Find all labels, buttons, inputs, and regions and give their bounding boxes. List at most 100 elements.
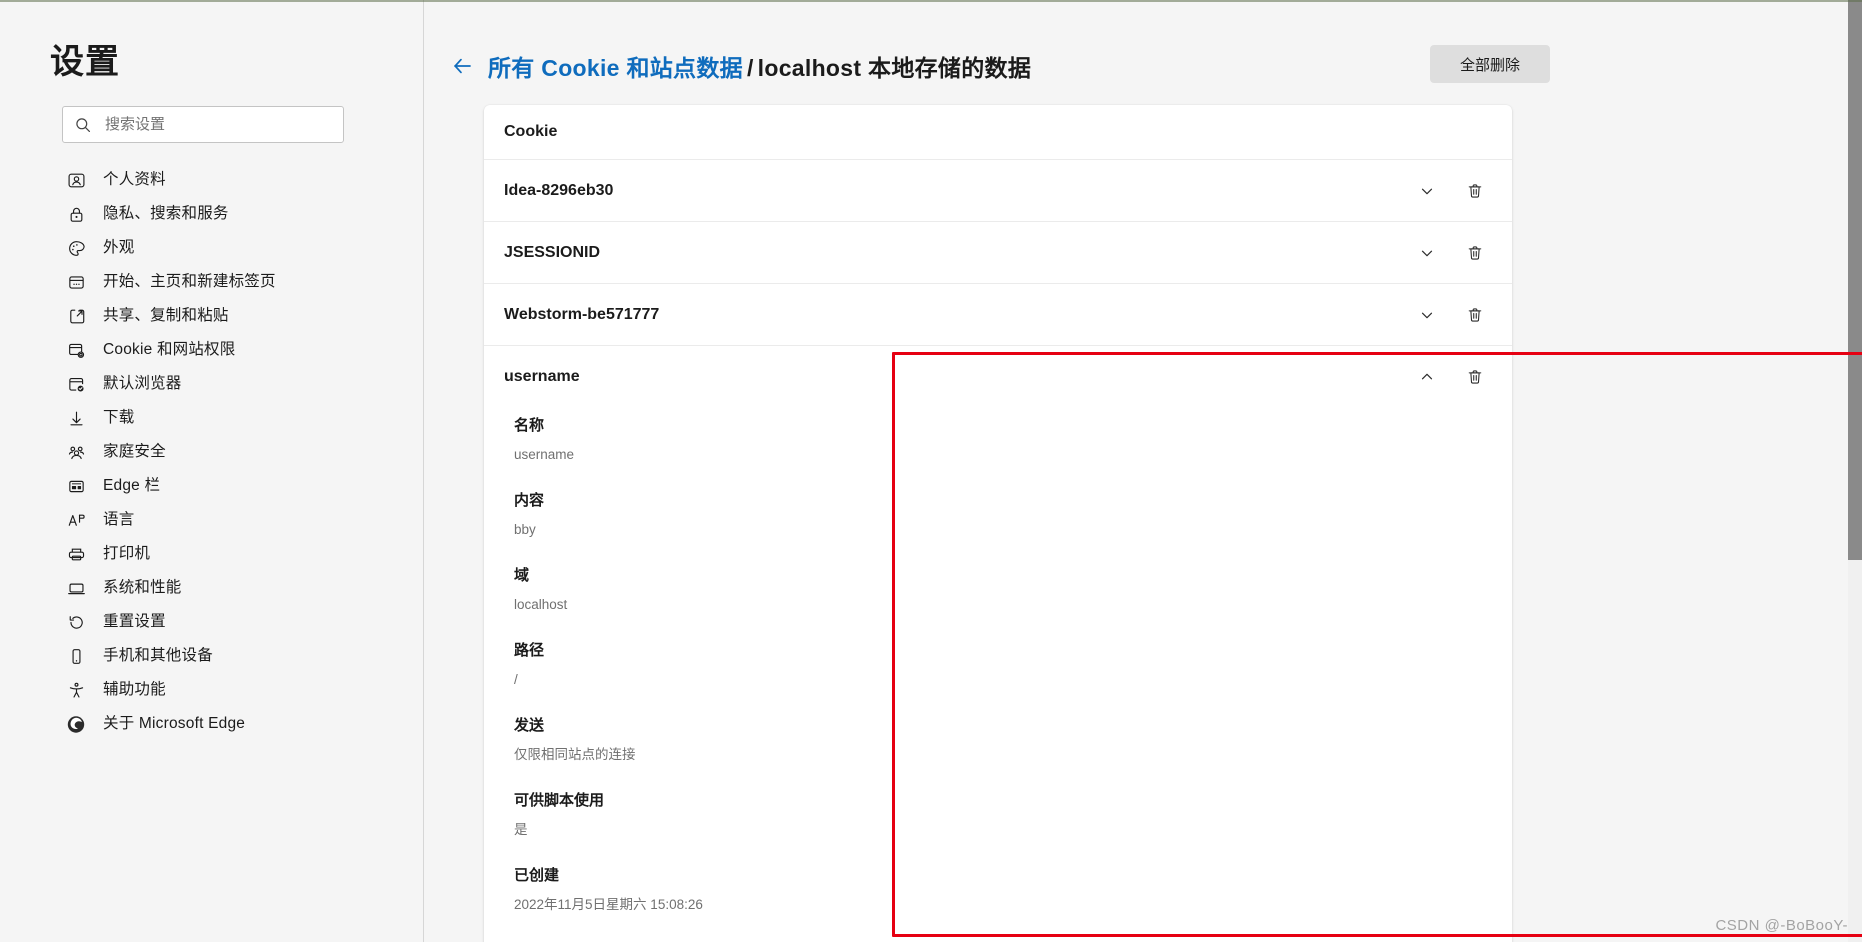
sidebar-item-languages[interactable]: 语言 (0, 503, 423, 537)
sidebar-item-about-edge[interactable]: 关于 Microsoft Edge (0, 707, 423, 741)
sidebar-item-label: 外观 (103, 239, 135, 256)
breadcrumb-separator: / (746, 55, 754, 81)
sidebar-item-label: 开始、主页和新建标签页 (103, 273, 276, 290)
cookie-permissions-icon (66, 340, 86, 360)
download-icon (66, 408, 86, 428)
trash-icon[interactable] (1458, 174, 1492, 208)
detail-value: / (514, 672, 518, 687)
printer-icon (66, 544, 86, 564)
breadcrumb-current: localhost 本地存储的数据 (757, 55, 1032, 81)
sidebar-item-label: 隐私、搜索和服务 (103, 205, 229, 222)
chevron-up-icon[interactable] (1410, 360, 1444, 394)
detail-value: 仅限相同站点的连接 (514, 747, 636, 762)
table-row[interactable]: Webstorm-be571777 (484, 284, 1512, 346)
table-row[interactable]: username (484, 346, 1512, 408)
expanded-cookie-block: username 名称 username 内容 bby 域 localhost … (484, 346, 1512, 942)
trash-icon[interactable] (1458, 298, 1492, 332)
detail-field-path: 路径 / (514, 639, 1512, 692)
sidebar-item-reset-settings[interactable]: 重置设置 (0, 605, 423, 639)
sidebar-item-edge-bar[interactable]: Edge 栏 (0, 469, 423, 503)
trash-icon[interactable] (1458, 236, 1492, 270)
main-content: 所有 Cookie 和站点数据 / localhost 本地存储的数据 全部删除 C… (424, 0, 1862, 942)
system-icon (66, 578, 86, 598)
lock-icon (66, 204, 86, 224)
language-icon (66, 510, 86, 530)
sidebar-item-privacy[interactable]: 隐私、搜索和服务 (0, 197, 423, 231)
sidebar-item-label: 语言 (103, 511, 135, 528)
detail-value: localhost (514, 597, 568, 612)
page-header: 所有 Cookie 和站点数据 / localhost 本地存储的数据 (424, 0, 1862, 94)
breadcrumb: 所有 Cookie 和站点数据 / localhost 本地存储的数据 (488, 49, 1031, 83)
family-icon (66, 442, 86, 462)
detail-value: bby (514, 522, 536, 537)
sidebar-item-label: Cookie 和网站权限 (103, 341, 236, 358)
sidebar-item-share-copy-paste[interactable]: 共享、复制和粘贴 (0, 299, 423, 333)
breadcrumb-link-all-cookies[interactable]: 所有 Cookie 和站点数据 (488, 55, 743, 81)
cookie-detail-list: 名称 username 内容 bby 域 localhost 路径 / 发送 仅… (484, 408, 1512, 942)
detail-label: 域 (514, 567, 530, 584)
sidebar-item-printers[interactable]: 打印机 (0, 537, 423, 571)
sidebar-item-family-safety[interactable]: 家庭安全 (0, 435, 423, 469)
detail-label: 已创建 (514, 867, 560, 884)
edge-bar-icon (66, 476, 86, 496)
page-title: 设置 (50, 43, 120, 81)
watermark: CSDN @-BoBooY- (1715, 917, 1848, 934)
cookie-card: Cookie Idea-8296eb30 JSESSIONID Webstorm… (484, 105, 1512, 942)
detail-field-domain: 域 localhost (514, 564, 1512, 617)
chevron-down-icon[interactable] (1410, 174, 1444, 208)
sidebar-item-label: 默认浏览器 (103, 375, 182, 392)
detail-value: username (514, 447, 575, 462)
chevron-down-icon[interactable] (1410, 236, 1444, 270)
cookie-name: Webstorm-be571777 (504, 305, 660, 323)
settings-app: 设置 个人资料 (0, 0, 1862, 942)
card-section-title: Cookie (484, 105, 1512, 160)
window-icon (66, 272, 86, 292)
sidebar-item-label: 关于 Microsoft Edge (103, 715, 246, 732)
profile-icon (66, 170, 86, 190)
detail-label: 发送 (514, 717, 545, 734)
detail-field-send: 发送 仅限相同站点的连接 (514, 714, 1512, 767)
delete-all-button[interactable]: 全部删除 (1430, 45, 1550, 83)
palette-icon (66, 238, 86, 258)
phone-icon (66, 646, 86, 666)
accessibility-icon (66, 680, 86, 700)
detail-value: 是 (514, 822, 528, 837)
detail-label: 可供脚本使用 (514, 792, 605, 809)
reset-icon (66, 612, 86, 632)
sidebar-item-phone-other-devices[interactable]: 手机和其他设备 (0, 639, 423, 673)
cookie-name: JSESSIONID (504, 243, 601, 261)
sidebar-item-accessibility[interactable]: 辅助功能 (0, 673, 423, 707)
sidebar-item-appearance[interactable]: 外观 (0, 231, 423, 265)
trash-icon[interactable] (1458, 360, 1492, 394)
settings-sidebar: 设置 个人资料 (0, 0, 424, 942)
back-arrow-icon[interactable] (448, 52, 476, 80)
sidebar-item-label: Edge 栏 (103, 477, 161, 494)
sidebar-item-profile[interactable]: 个人资料 (0, 163, 423, 197)
search-icon (75, 117, 91, 133)
sidebar-item-downloads[interactable]: 下载 (0, 401, 423, 435)
sidebar-nav-list: 个人资料 隐私、搜索和服务 外观 开始、主页和新建标签页 共享、复制和粘贴 Co… (0, 163, 423, 741)
sidebar-item-default-browser[interactable]: 默认浏览器 (0, 367, 423, 401)
sidebar-item-label: 打印机 (103, 545, 151, 562)
sidebar-item-label: 共享、复制和粘贴 (103, 307, 229, 324)
table-row[interactable]: Idea-8296eb30 (484, 160, 1512, 222)
sidebar-item-label: 重置设置 (103, 613, 166, 630)
chevron-down-icon[interactable] (1410, 298, 1444, 332)
detail-label: 名称 (514, 417, 545, 434)
detail-field-created: 已创建 2022年11月5日星期六 15:08:26 (514, 864, 1512, 917)
share-icon (66, 306, 86, 326)
cookie-name: Idea-8296eb30 (504, 181, 614, 199)
cookie-name: username (504, 368, 580, 385)
sidebar-item-start-home-newtab[interactable]: 开始、主页和新建标签页 (0, 265, 423, 299)
window-top-edge (0, 0, 1862, 2)
sidebar-item-label: 家庭安全 (103, 443, 166, 460)
table-row[interactable]: JSESSIONID (484, 222, 1512, 284)
search-settings-box[interactable] (62, 106, 344, 143)
detail-field-content: 内容 bby (514, 489, 1512, 542)
sidebar-item-cookies-permissions[interactable]: Cookie 和网站权限 (0, 333, 423, 367)
sidebar-item-system-performance[interactable]: 系统和性能 (0, 571, 423, 605)
page-scrollbar-thumb[interactable] (1848, 0, 1862, 560)
search-input[interactable] (105, 107, 331, 142)
detail-value: 2022年11月5日星期六 15:08:26 (514, 897, 703, 912)
sidebar-item-label: 个人资料 (103, 171, 166, 188)
